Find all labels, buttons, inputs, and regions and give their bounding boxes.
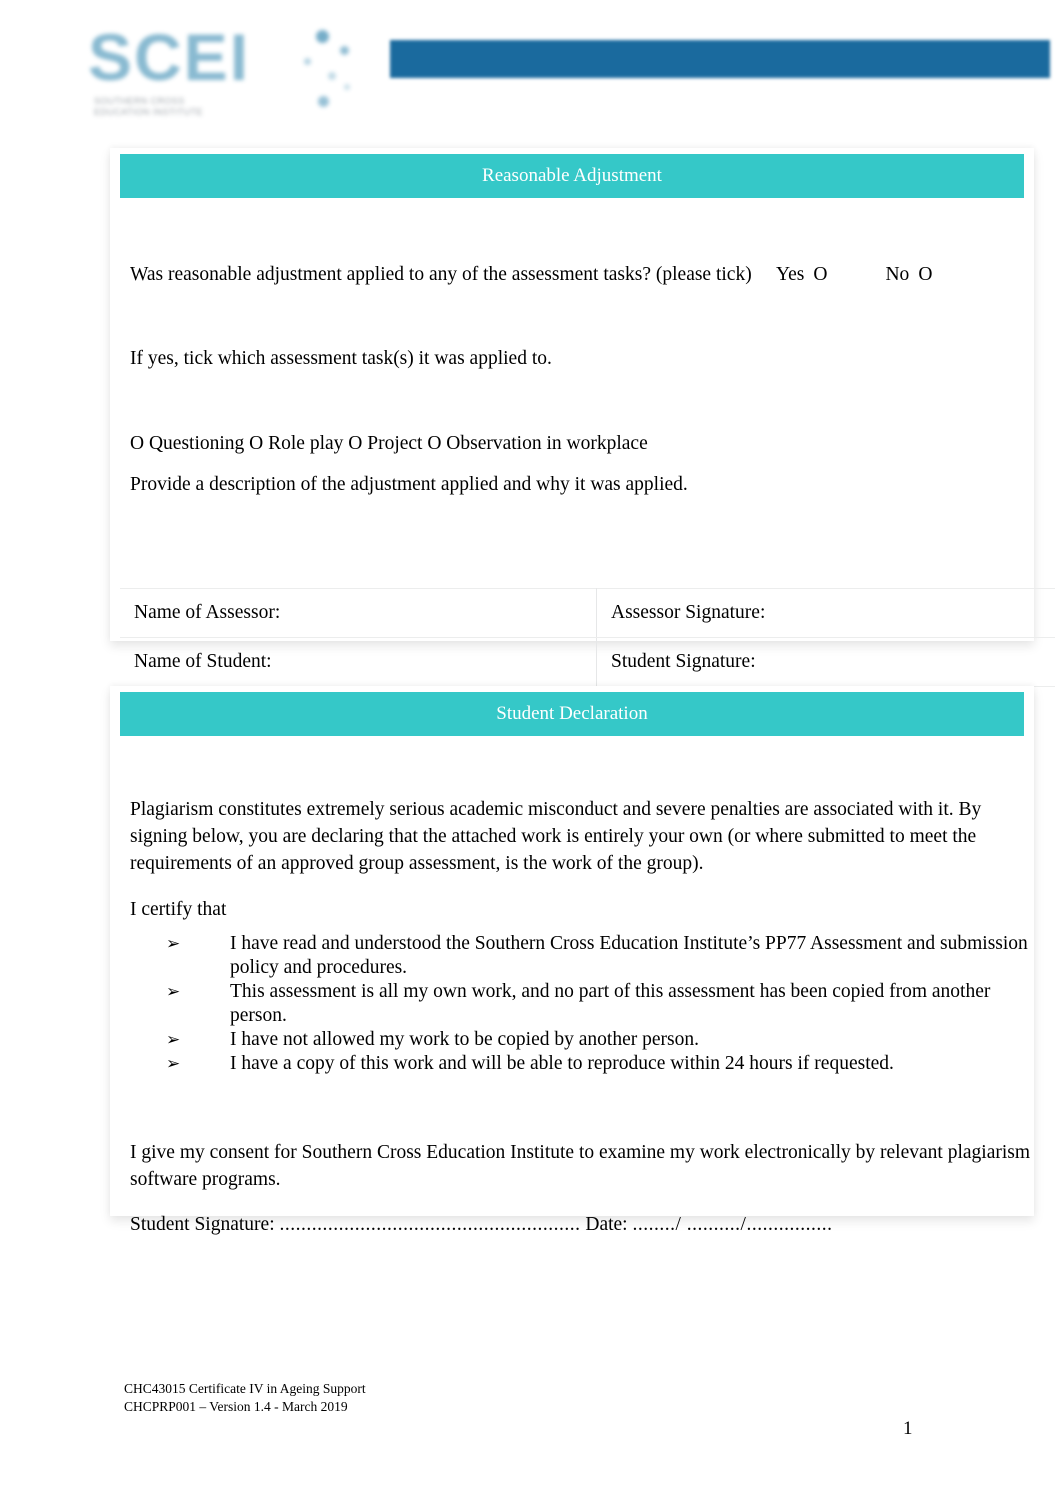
logo-dots-decoration <box>274 24 354 130</box>
list-item: ➢ This assessment is all my own work, an… <box>166 980 1046 1028</box>
student-declaration-card: Student Declaration Plagiarism constitut… <box>110 686 1034 1235</box>
yes-label: Yes <box>776 264 805 285</box>
header-blue-bar <box>390 40 1050 78</box>
page-number: 1 <box>903 1418 913 1439</box>
yes-no-tick-group: Yes O No O <box>776 262 932 288</box>
footer-line-qualification: CHC43015 Certificate IV in Ageing Suppor… <box>124 1381 366 1396</box>
date-label: Date: <box>585 1214 628 1235</box>
certification-bullet-list: ➢ I have read and understood the Souther… <box>166 932 1046 1076</box>
certify-label: I certify that <box>130 899 227 920</box>
list-item-text: I have not allowed my work to be copied … <box>230 1029 699 1050</box>
name-of-assessor-label: Name of Assessor: <box>120 588 597 638</box>
reasonable-adjustment-card: Reasonable Adjustment Was reasonable adj… <box>110 148 1055 687</box>
list-item-text: I have a copy of this work and will be a… <box>230 1053 894 1074</box>
footer-line-version: CHCPRP001 – Version 1.4 - March 2019 <box>124 1399 348 1414</box>
logo-subtitle-line2: EDUCATION INSTITUTE <box>94 107 203 117</box>
table-row: Name of Student: Student Signature: <box>120 637 1055 687</box>
student-declaration-heading: Student Declaration <box>120 692 1024 736</box>
no-label: No <box>885 264 910 285</box>
list-item: ➢ I have read and understood the Souther… <box>166 932 1046 980</box>
reasonable-adjustment-question: Was reasonable adjustment applied to any… <box>130 264 752 285</box>
logo-subtitle-line1: SOUTHERN CROSS <box>94 96 185 106</box>
task-options-line[interactable]: O Questioning O Role play O Project O Ob… <box>130 431 648 457</box>
reasonable-adjustment-heading: Reasonable Adjustment <box>120 154 1024 198</box>
list-item-text: This assessment is all my own work, and … <box>230 981 991 1026</box>
arrow-bullet-icon: ➢ <box>166 934 181 953</box>
date-field[interactable]: ......../ ........../................ <box>632 1214 832 1235</box>
arrow-bullet-icon: ➢ <box>166 982 181 1001</box>
signature-date-line: Student Signature: .....................… <box>130 1211 832 1238</box>
list-item: ➢ I have a copy of this work and will be… <box>166 1052 1046 1076</box>
document-footer: CHC43015 Certificate IV in Ageing Suppor… <box>124 1380 366 1416</box>
logo-subtitle: SOUTHERN CROSS EDUCATION INSTITUTE <box>94 96 294 118</box>
no-checkbox[interactable]: O <box>918 264 932 285</box>
assessor-signature-label: Assessor Signature: <box>596 588 1055 638</box>
list-item-text: I have read and understood the Southern … <box>230 933 1028 978</box>
table-row: Name of Assessor: Assessor Signature: <box>120 588 1055 638</box>
yes-checkbox[interactable]: O <box>813 264 827 285</box>
student-signature-label: Student Signature: <box>596 637 1055 687</box>
if-yes-instruction: If yes, tick which assessment task(s) it… <box>130 348 552 369</box>
assessor-student-signature-table: Name of Assessor: Assessor Signature: Na… <box>120 588 1055 687</box>
arrow-bullet-icon: ➢ <box>166 1054 181 1073</box>
student-signature-field[interactable]: ........................................… <box>280 1214 581 1235</box>
description-prompt: Provide a description of the adjustment … <box>130 474 688 495</box>
scei-logo: SCEI SOUTHERN CROSS EDUCATION INSTITUTE <box>88 24 356 130</box>
list-item: ➢ I have not allowed my work to be copie… <box>166 1028 1046 1052</box>
name-of-student-label: Name of Student: <box>120 637 597 687</box>
student-signature-label: Student Signature: <box>130 1214 275 1235</box>
consent-paragraph: I give my consent for Southern Cross Edu… <box>130 1142 1031 1190</box>
letterhead: SCEI SOUTHERN CROSS EDUCATION INSTITUTE <box>0 0 1062 140</box>
logo-wordmark: SCEI <box>88 20 251 94</box>
arrow-bullet-icon: ➢ <box>166 1030 181 1049</box>
plagiarism-intro-paragraph: Plagiarism constitutes extremely serious… <box>130 799 982 874</box>
